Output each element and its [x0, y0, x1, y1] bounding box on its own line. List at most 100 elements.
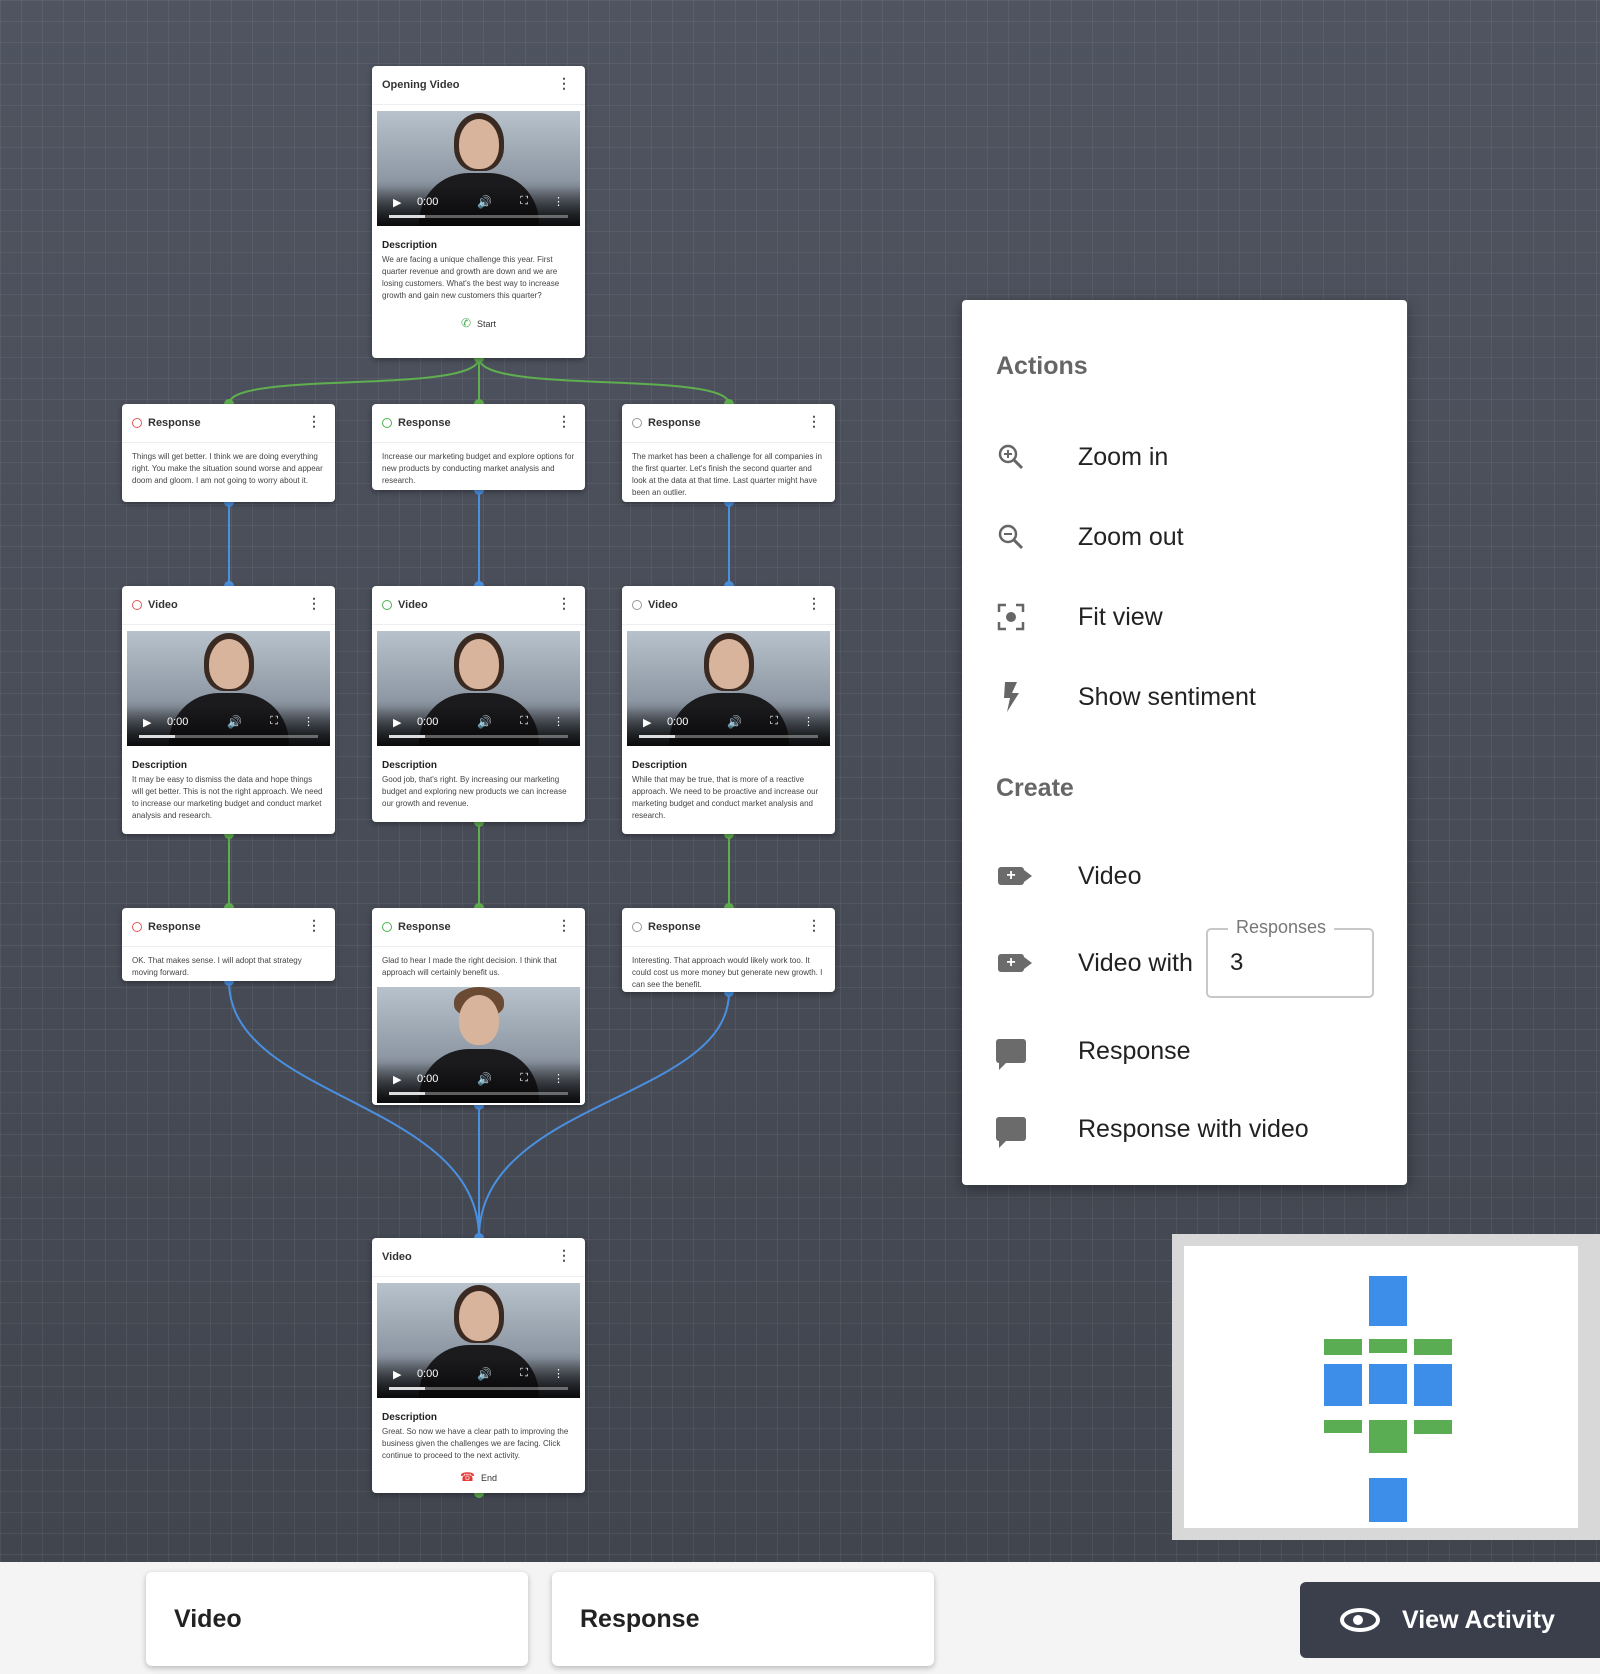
video-more-icon[interactable]: ⋮ — [553, 195, 564, 208]
node-response-1[interactable]: Response ⋮ Things will get better. I thin… — [122, 404, 335, 502]
play-icon[interactable]: ▶ — [393, 716, 401, 729]
video-plus-icon: + — [998, 867, 1024, 885]
node-title: Response — [648, 417, 701, 429]
zoom-out-action[interactable]: Zoom out — [996, 517, 1184, 557]
more-vert-icon[interactable]: ⋮ — [307, 918, 321, 932]
node-video-3[interactable]: Video ⋮ ▶ 0:00 🔊 ⛶ ⋮ Description While th… — [622, 586, 835, 834]
start-label: ✆ Start — [460, 316, 497, 330]
node-opening-video[interactable]: Opening Video ⋮ ▶ 0:00 🔊 ⛶ ⋮ Description … — [372, 66, 585, 358]
node-response-2[interactable]: Response ⋮ Increase our marketing budget … — [372, 404, 585, 490]
more-vert-icon[interactable]: ⋮ — [557, 596, 571, 610]
node-response-3[interactable]: Response ⋮ The market has been a challeng… — [622, 404, 835, 502]
progress-bar[interactable] — [639, 735, 818, 738]
sentiment-negative-icon — [132, 922, 142, 932]
volume-icon[interactable]: 🔊 — [477, 1367, 492, 1381]
actions-panel: Actions Zoom in Zoom out Fit view Show s… — [962, 300, 1407, 1185]
phone-icon: ✆ — [460, 316, 472, 330]
video-with-label: Video with — [1078, 948, 1193, 977]
more-vert-icon[interactable]: ⋮ — [557, 1248, 571, 1262]
minimap-node — [1414, 1420, 1452, 1434]
volume-icon[interactable]: 🔊 — [727, 715, 742, 729]
video-more-icon[interactable]: ⋮ — [803, 715, 814, 728]
video-player[interactable]: ▶ 0:00 🔊 ⛶ ⋮ — [377, 111, 580, 226]
response-text: Things will get better. I think we are d… — [132, 452, 323, 485]
play-icon[interactable]: ▶ — [143, 716, 151, 729]
play-icon[interactable]: ▶ — [643, 716, 651, 729]
minimap-node — [1369, 1276, 1407, 1326]
video-plus-icon: + — [998, 954, 1024, 972]
fullscreen-icon[interactable]: ⛶ — [770, 715, 778, 728]
minimap-node — [1369, 1478, 1407, 1522]
zoom-in-action[interactable]: Zoom in — [996, 437, 1168, 477]
zoom-out-icon — [996, 522, 1026, 552]
video-time: 0:00 — [167, 716, 189, 728]
view-activity-button[interactable]: View Activity — [1300, 1582, 1600, 1658]
volume-icon[interactable]: 🔊 — [477, 1072, 492, 1086]
sentiment-neutral-icon — [632, 418, 642, 428]
node-video-2[interactable]: Video ⋮ ▶ 0:00 🔊 ⛶ ⋮ Description Good job… — [372, 586, 585, 822]
create-response-action[interactable]: Response — [996, 1031, 1191, 1071]
video-palette-card[interactable]: Video — [146, 1572, 528, 1666]
node-video-1[interactable]: Video ⋮ ▶ 0:00 🔊 ⛶ ⋮ Description It may b… — [122, 586, 335, 834]
progress-bar[interactable] — [139, 735, 318, 738]
description-title: Description — [132, 760, 188, 771]
more-vert-icon[interactable]: ⋮ — [307, 414, 321, 428]
volume-icon[interactable]: 🔊 — [477, 715, 492, 729]
more-vert-icon[interactable]: ⋮ — [807, 596, 821, 610]
fit-view-action[interactable]: Fit view — [996, 597, 1163, 637]
video-more-icon[interactable]: ⋮ — [553, 715, 564, 728]
create-response-label: Response — [1078, 1036, 1191, 1065]
node-final-video[interactable]: Video ⋮ ▶ 0:00 🔊 ⛶ ⋮ Description Great. S… — [372, 1238, 585, 1493]
response-text: Interesting. That approach would likely … — [632, 956, 823, 989]
video-player[interactable]: ▶ 0:00 🔊 ⛶ ⋮ — [377, 631, 580, 746]
fullscreen-icon[interactable]: ⛶ — [520, 715, 528, 728]
volume-icon[interactable]: 🔊 — [227, 715, 242, 729]
view-activity-label: View Activity — [1402, 1605, 1555, 1634]
progress-bar[interactable] — [389, 735, 568, 738]
fit-view-icon — [996, 602, 1026, 632]
show-sentiment-action[interactable]: Show sentiment — [996, 677, 1256, 717]
more-vert-icon[interactable]: ⋮ — [307, 596, 321, 610]
node-response-6[interactable]: Response ⋮ Interesting. That approach wou… — [622, 908, 835, 992]
play-icon[interactable]: ▶ — [393, 196, 401, 209]
progress-bar[interactable] — [389, 215, 568, 218]
fullscreen-icon[interactable]: ⛶ — [520, 1072, 528, 1085]
video-player[interactable]: ▶ 0:00 🔊 ⛶ ⋮ — [377, 1283, 580, 1398]
responses-count-field[interactable]: Responses — [1206, 917, 1374, 998]
minimap[interactable] — [1172, 1234, 1600, 1540]
video-player[interactable]: ▶ 0:00 🔊 ⛶ ⋮ — [627, 631, 830, 746]
video-more-icon[interactable]: ⋮ — [303, 715, 314, 728]
more-vert-icon[interactable]: ⋮ — [807, 918, 821, 932]
create-response-with-video-action[interactable]: Response with video — [996, 1109, 1309, 1149]
video-time: 0:00 — [417, 716, 439, 728]
progress-bar[interactable] — [389, 1092, 568, 1095]
play-icon[interactable]: ▶ — [393, 1368, 401, 1381]
node-response-5[interactable]: Response ⋮ Glad to hear I made the right … — [372, 908, 585, 1105]
create-video-action[interactable]: + Video — [996, 856, 1142, 896]
volume-icon[interactable]: 🔊 — [477, 195, 492, 209]
responses-input[interactable] — [1228, 948, 1352, 978]
chat-bubble-icon — [996, 1039, 1026, 1070]
fullscreen-icon[interactable]: ⛶ — [520, 1367, 528, 1380]
more-vert-icon[interactable]: ⋮ — [557, 918, 571, 932]
progress-bar[interactable] — [389, 1387, 568, 1390]
video-player[interactable]: ▶ 0:00 🔊 ⛶ ⋮ — [377, 987, 580, 1103]
response-palette-card[interactable]: Response — [552, 1572, 934, 1666]
fullscreen-icon[interactable]: ⛶ — [270, 715, 278, 728]
play-icon[interactable]: ▶ — [393, 1073, 401, 1086]
video-player[interactable]: ▶ 0:00 🔊 ⛶ ⋮ — [127, 631, 330, 746]
fullscreen-icon[interactable]: ⛶ — [520, 195, 528, 208]
more-vert-icon[interactable]: ⋮ — [807, 414, 821, 428]
more-vert-icon[interactable]: ⋮ — [557, 76, 571, 90]
video-more-icon[interactable]: ⋮ — [553, 1367, 564, 1380]
zoom-in-label: Zoom in — [1078, 442, 1169, 471]
node-response-4[interactable]: Response ⋮ OK. That makes sense. I will a… — [122, 908, 335, 981]
create-video-label: Video — [1078, 861, 1142, 890]
video-more-icon[interactable]: ⋮ — [553, 1072, 564, 1085]
more-vert-icon[interactable]: ⋮ — [557, 414, 571, 428]
sentiment-positive-icon — [382, 418, 392, 428]
create-title: Create — [996, 774, 1074, 802]
description-text: We are facing a unique challenge this ye… — [382, 255, 560, 300]
sentiment-negative-icon — [132, 418, 142, 428]
create-video-with-responses-action[interactable]: + Video with — [996, 943, 1193, 983]
